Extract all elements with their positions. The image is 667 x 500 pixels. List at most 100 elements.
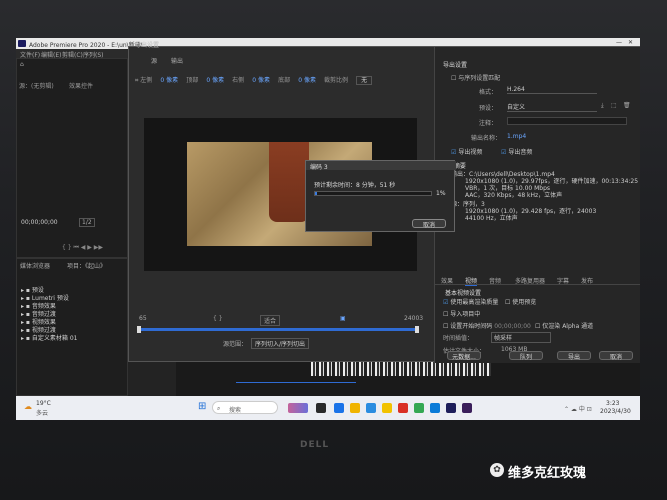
after-effects-icon[interactable] xyxy=(446,403,456,413)
weather-icon[interactable]: ☁ xyxy=(24,402,32,411)
export-settings-heading: 导出设置 xyxy=(443,62,468,69)
tab-publish[interactable]: 发布 xyxy=(581,276,593,285)
export-audio-checkbox[interactable]: ☑ 导出音频 xyxy=(501,147,532,156)
chrome-icon[interactable] xyxy=(414,403,424,413)
taskbar: ☁ 19°C 多云 ⊞ ⌕ 搜索 ⌃ ☁ 中 ⊡ 3:23 2023/4/30 xyxy=(16,396,640,420)
tree-item[interactable]: ▸ ▪ Lumetri 预设 xyxy=(21,293,77,302)
preset-label: 预设： xyxy=(479,105,498,112)
tab-video[interactable]: 视频 xyxy=(465,276,478,286)
summary-text: 输出：C:\Users\dell\Desktop\1.mp4 1920x1080… xyxy=(451,171,639,222)
crop-right-value[interactable]: 0 像素 xyxy=(252,77,270,84)
source-range-select[interactable]: 序列切入/序列切出 xyxy=(251,338,310,349)
app-icon-4[interactable] xyxy=(430,403,440,413)
delete-preset-icon[interactable]: 🗑 xyxy=(623,102,631,109)
project-panel: 媒体浏览器 项目：《起山》 ▸ ▪ 预设 ▸ ▪ Lumetri 预设 ▸ ▪ … xyxy=(16,258,128,396)
file-explorer-icon[interactable] xyxy=(350,403,360,413)
zoom-select[interactable]: 1/2 xyxy=(79,218,95,227)
export-video-checkbox[interactable]: ☑ 导出视频 xyxy=(451,147,482,156)
progress-fill xyxy=(315,192,318,195)
import-preset-icon[interactable]: ⬚ xyxy=(611,102,617,109)
tray-icons[interactable]: ⌃ ☁ 中 ⊡ xyxy=(564,404,592,413)
tab-effects[interactable]: 效果 xyxy=(441,276,453,285)
cancel-button[interactable]: 取消 xyxy=(599,351,633,361)
metadata-button[interactable]: 元数据... xyxy=(447,351,481,361)
output-name-link[interactable]: 1.mp4 xyxy=(507,133,526,140)
weather-desc: 多云 xyxy=(36,410,49,417)
remaining-time: 预计剩余时间：8 分钟，51 秒 xyxy=(314,182,396,189)
home-icon[interactable]: ⌂ xyxy=(20,61,24,68)
aspect-toggle-icon[interactable]: ▣ xyxy=(340,315,346,322)
progress-title: 编码 3 xyxy=(310,164,328,171)
playback-controls[interactable]: { } ⏮ ◀ ▶ ▶▶ xyxy=(62,244,103,252)
tree-item[interactable]: ▸ ▪ 预设 xyxy=(21,285,77,294)
app-icon-3[interactable] xyxy=(398,403,408,413)
monitor-logo: DELL xyxy=(300,440,330,450)
tree-item[interactable]: ▸ ▪ 视频效果 xyxy=(21,317,77,326)
tree-item[interactable]: ▸ ▪ 音频效果 xyxy=(21,301,77,310)
crop-bottom-value[interactable]: 0 像素 xyxy=(298,77,316,84)
tree-item[interactable]: ▸ ▪ 视频过渡 xyxy=(21,325,77,334)
start-icon[interactable]: ⊞ xyxy=(198,401,206,412)
progress-percent: 1% xyxy=(436,190,446,197)
comment-label: 注释： xyxy=(479,120,498,127)
widget-icon[interactable] xyxy=(288,403,308,413)
source-timecode: 00;00;00;00 xyxy=(21,219,58,226)
tab-output-preview[interactable]: 输出 xyxy=(171,56,183,65)
dialog-title: 导出设置 xyxy=(135,42,160,49)
queue-button[interactable]: 队列 xyxy=(509,351,543,361)
progress-bar xyxy=(314,191,432,196)
in-point-handle[interactable] xyxy=(137,326,141,333)
tab-effect-controls[interactable]: 效果控件 xyxy=(69,81,93,90)
search-box[interactable]: ⌕ 搜索 xyxy=(212,401,278,414)
tab-captions[interactable]: 字幕 xyxy=(557,276,569,285)
app-icon-1[interactable] xyxy=(334,403,344,413)
crop-row: ⌗ 左侧 0 像素 顶部 0 像素 右侧 0 像素 底部 0 像素 裁剪比例 无 xyxy=(135,67,435,85)
premiere-logo-icon xyxy=(18,40,26,47)
out-point-handle[interactable] xyxy=(415,326,419,333)
export-button[interactable]: 导出 xyxy=(557,351,591,361)
tab-media-browser[interactable]: 媒体浏览器 xyxy=(20,261,50,270)
interp-select[interactable]: 帧采样 xyxy=(491,332,551,343)
max-render-checkbox[interactable]: ☑ 使用最高渲染质量 xyxy=(443,297,498,306)
window-title: Adobe Premiere Pro 2020 - E:\un\新建\ xyxy=(29,42,143,49)
task-view-icon[interactable] xyxy=(316,403,326,413)
tree-item[interactable]: ▸ ▪ 音频过渡 xyxy=(21,309,77,318)
watermark-text: 维多克红玫瑰 xyxy=(508,466,587,481)
tab-source-preview[interactable]: 源 xyxy=(151,56,157,65)
tree-item[interactable]: ▸ ▪ 自定义素材箱 01 xyxy=(21,333,77,342)
set-in-out-icons[interactable]: { } xyxy=(213,315,223,322)
minimize-icon[interactable]: — xyxy=(616,39,622,46)
tab-project[interactable]: 项目：《起山》 xyxy=(67,261,106,270)
source-range-slider[interactable] xyxy=(137,328,419,331)
format-select[interactable]: H.264 xyxy=(507,86,597,94)
settings-tab-bar: 效果 视频 音频 多路复用器 字幕 发布 xyxy=(435,275,640,286)
crop-ratio-select[interactable]: 无 xyxy=(356,76,373,85)
progress-title-bar: 编码 3 xyxy=(306,161,456,171)
fit-select[interactable]: 适合 xyxy=(260,315,281,326)
edge-icon[interactable] xyxy=(366,403,376,413)
search-icon: ⌕ xyxy=(217,405,221,412)
premiere-taskbar-icon[interactable] xyxy=(462,403,472,413)
effects-tree: ▸ ▪ 预设 ▸ ▪ Lumetri 预设 ▸ ▪ 音频效果 ▸ ▪ 音频过渡 … xyxy=(21,285,77,342)
clock-date: 2023/4/30 xyxy=(600,408,631,415)
tab-source[interactable]: 源：(无剪辑) xyxy=(19,81,54,90)
tab-multiplexer[interactable]: 多路复用器 xyxy=(515,276,545,285)
start-timecode-checkbox[interactable]: ☐ 设置开始时间码 00;00;00;00 xyxy=(443,321,531,330)
progress-cancel-button[interactable]: 取消 xyxy=(412,219,446,229)
crop-left-value[interactable]: 0 像素 xyxy=(160,77,178,84)
weather-temp: 19°C xyxy=(36,400,51,407)
preset-select[interactable]: 自定义 xyxy=(507,102,597,112)
render-alpha-checkbox[interactable]: ☐ 仅渲染 Alpha 通道 xyxy=(535,321,593,330)
crop-top-value[interactable]: 0 像素 xyxy=(206,77,224,84)
comment-input[interactable] xyxy=(507,117,627,125)
video-frame-subject xyxy=(269,142,309,222)
basic-video-settings-heading: 基本视频设置 xyxy=(445,290,482,297)
app-icon-2[interactable] xyxy=(382,403,392,413)
match-sequence-checkbox[interactable]: ☐ 与序列设置匹配 xyxy=(451,73,500,82)
tab-audio[interactable]: 音频 xyxy=(489,276,501,285)
timeline-bar xyxy=(236,382,356,383)
save-preset-icon[interactable]: ⤓ xyxy=(601,102,604,110)
use-preview-checkbox[interactable]: ☐ 使用预览 xyxy=(505,297,536,306)
import-project-checkbox[interactable]: ☐ 导入项目中 xyxy=(443,309,480,318)
close-icon[interactable]: ✕ xyxy=(628,39,633,46)
